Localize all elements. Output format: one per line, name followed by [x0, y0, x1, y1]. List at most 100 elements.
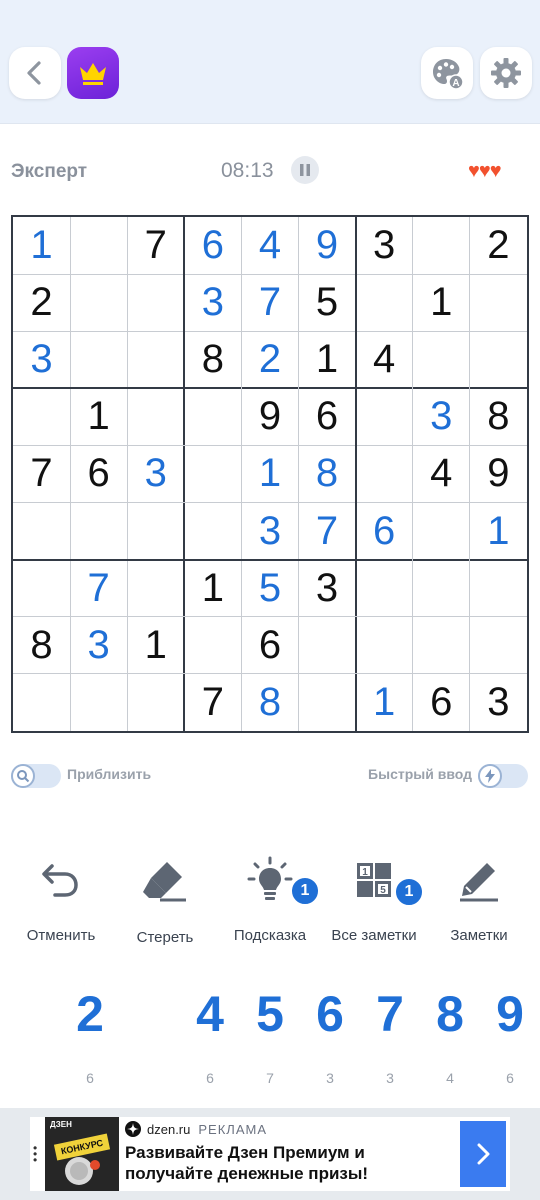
- sudoku-cell[interactable]: [470, 617, 527, 674]
- sudoku-cell[interactable]: 5: [241, 560, 298, 617]
- sudoku-cell[interactable]: 1: [184, 560, 241, 617]
- sudoku-cell[interactable]: 3: [70, 617, 127, 674]
- sudoku-cell[interactable]: [127, 274, 184, 331]
- sudoku-cell[interactable]: [184, 503, 241, 560]
- sudoku-cell[interactable]: [413, 503, 470, 560]
- sudoku-cell[interactable]: 3: [184, 274, 241, 331]
- sudoku-cell[interactable]: 6: [356, 503, 413, 560]
- number-key-9[interactable]: 9 6: [480, 985, 540, 1086]
- sudoku-cell[interactable]: [70, 331, 127, 388]
- sudoku-cell[interactable]: 9: [470, 445, 527, 502]
- quick-input-toggle[interactable]: [478, 764, 528, 788]
- zoom-toggle[interactable]: [11, 764, 61, 788]
- sudoku-cell[interactable]: [127, 503, 184, 560]
- sudoku-cell[interactable]: 1: [127, 617, 184, 674]
- notes-button[interactable]: Заметки: [429, 850, 529, 950]
- sudoku-cell[interactable]: 1: [241, 445, 298, 502]
- sudoku-cell[interactable]: 8: [184, 331, 241, 388]
- sudoku-cell[interactable]: [356, 445, 413, 502]
- sudoku-cell[interactable]: 7: [13, 445, 70, 502]
- sudoku-cell[interactable]: [356, 274, 413, 331]
- back-button[interactable]: [9, 47, 61, 99]
- sudoku-cell[interactable]: [413, 331, 470, 388]
- number-key-2[interactable]: 2 6: [60, 985, 120, 1086]
- sudoku-cell[interactable]: [356, 560, 413, 617]
- sudoku-cell[interactable]: 1: [70, 388, 127, 445]
- sudoku-cell[interactable]: 3: [299, 560, 356, 617]
- hint-button[interactable]: 1 Подсказка: [220, 850, 320, 950]
- sudoku-cell[interactable]: [127, 560, 184, 617]
- sudoku-cell[interactable]: 7: [127, 217, 184, 274]
- sudoku-cell[interactable]: 3: [127, 445, 184, 502]
- undo-button[interactable]: Отменить: [11, 850, 111, 950]
- sudoku-cell[interactable]: 4: [356, 331, 413, 388]
- sudoku-cell[interactable]: 2: [470, 217, 527, 274]
- sudoku-cell[interactable]: 8: [470, 388, 527, 445]
- sudoku-cell[interactable]: [70, 503, 127, 560]
- sudoku-cell[interactable]: [356, 388, 413, 445]
- sudoku-cell[interactable]: [356, 617, 413, 674]
- sudoku-cell[interactable]: [299, 617, 356, 674]
- sudoku-cell[interactable]: [13, 560, 70, 617]
- sudoku-cell[interactable]: 9: [299, 217, 356, 274]
- theme-button[interactable]: A: [421, 47, 473, 99]
- sudoku-cell[interactable]: 3: [241, 503, 298, 560]
- sudoku-cell[interactable]: [70, 217, 127, 274]
- sudoku-cell[interactable]: 2: [13, 274, 70, 331]
- sudoku-cell[interactable]: 7: [241, 274, 298, 331]
- sudoku-cell[interactable]: [184, 445, 241, 502]
- pause-button[interactable]: [291, 156, 319, 184]
- sudoku-cell[interactable]: 6: [413, 674, 470, 731]
- sudoku-cell[interactable]: 2: [241, 331, 298, 388]
- sudoku-cell[interactable]: 1: [299, 331, 356, 388]
- sudoku-cell[interactable]: 4: [241, 217, 298, 274]
- sudoku-cell[interactable]: [127, 331, 184, 388]
- sudoku-cell[interactable]: [413, 617, 470, 674]
- sudoku-cell[interactable]: 3: [13, 331, 70, 388]
- sudoku-cell[interactable]: [413, 217, 470, 274]
- all-notes-button[interactable]: 1 5 1 Все заметки: [324, 850, 424, 950]
- number-key-5[interactable]: 5 7: [240, 985, 300, 1086]
- sudoku-cell[interactable]: 8: [13, 617, 70, 674]
- sudoku-cell[interactable]: 4: [413, 445, 470, 502]
- ad-menu-icon[interactable]: • • •: [33, 1142, 41, 1166]
- erase-button[interactable]: Стереть: [115, 850, 215, 950]
- sudoku-cell[interactable]: [184, 617, 241, 674]
- ad-banner[interactable]: • • • ДЗЕН КОНКУРС dzen.ru РЕКЛАМА Развива…: [30, 1117, 510, 1191]
- sudoku-cell[interactable]: 6: [241, 617, 298, 674]
- sudoku-cell[interactable]: 8: [299, 445, 356, 502]
- sudoku-cell[interactable]: [13, 674, 70, 731]
- sudoku-cell[interactable]: 1: [13, 217, 70, 274]
- settings-button[interactable]: [480, 47, 532, 99]
- sudoku-cell[interactable]: 1: [413, 274, 470, 331]
- sudoku-cell[interactable]: 6: [70, 445, 127, 502]
- sudoku-cell[interactable]: 3: [413, 388, 470, 445]
- sudoku-cell[interactable]: 7: [299, 503, 356, 560]
- sudoku-cell[interactable]: [13, 388, 70, 445]
- number-key-8[interactable]: 8 4: [420, 985, 480, 1086]
- sudoku-cell[interactable]: [184, 388, 241, 445]
- premium-button[interactable]: [67, 47, 119, 99]
- sudoku-cell[interactable]: [13, 503, 70, 560]
- sudoku-cell[interactable]: 7: [70, 560, 127, 617]
- sudoku-cell[interactable]: 8: [241, 674, 298, 731]
- sudoku-cell[interactable]: [470, 274, 527, 331]
- ad-open-button[interactable]: [460, 1121, 506, 1187]
- sudoku-cell[interactable]: [413, 560, 470, 617]
- sudoku-cell[interactable]: [70, 274, 127, 331]
- sudoku-cell[interactable]: 6: [184, 217, 241, 274]
- sudoku-cell[interactable]: 5: [299, 274, 356, 331]
- sudoku-cell[interactable]: [470, 331, 527, 388]
- sudoku-cell[interactable]: [70, 674, 127, 731]
- number-key-4[interactable]: 4 6: [180, 985, 240, 1086]
- sudoku-cell[interactable]: [127, 388, 184, 445]
- sudoku-cell[interactable]: 3: [470, 674, 527, 731]
- sudoku-cell[interactable]: 1: [470, 503, 527, 560]
- sudoku-cell[interactable]: 1: [356, 674, 413, 731]
- number-key-7[interactable]: 7 3: [360, 985, 420, 1086]
- sudoku-cell[interactable]: 6: [299, 388, 356, 445]
- sudoku-cell[interactable]: 3: [356, 217, 413, 274]
- sudoku-cell[interactable]: [470, 560, 527, 617]
- sudoku-cell[interactable]: [299, 674, 356, 731]
- sudoku-cell[interactable]: 9: [241, 388, 298, 445]
